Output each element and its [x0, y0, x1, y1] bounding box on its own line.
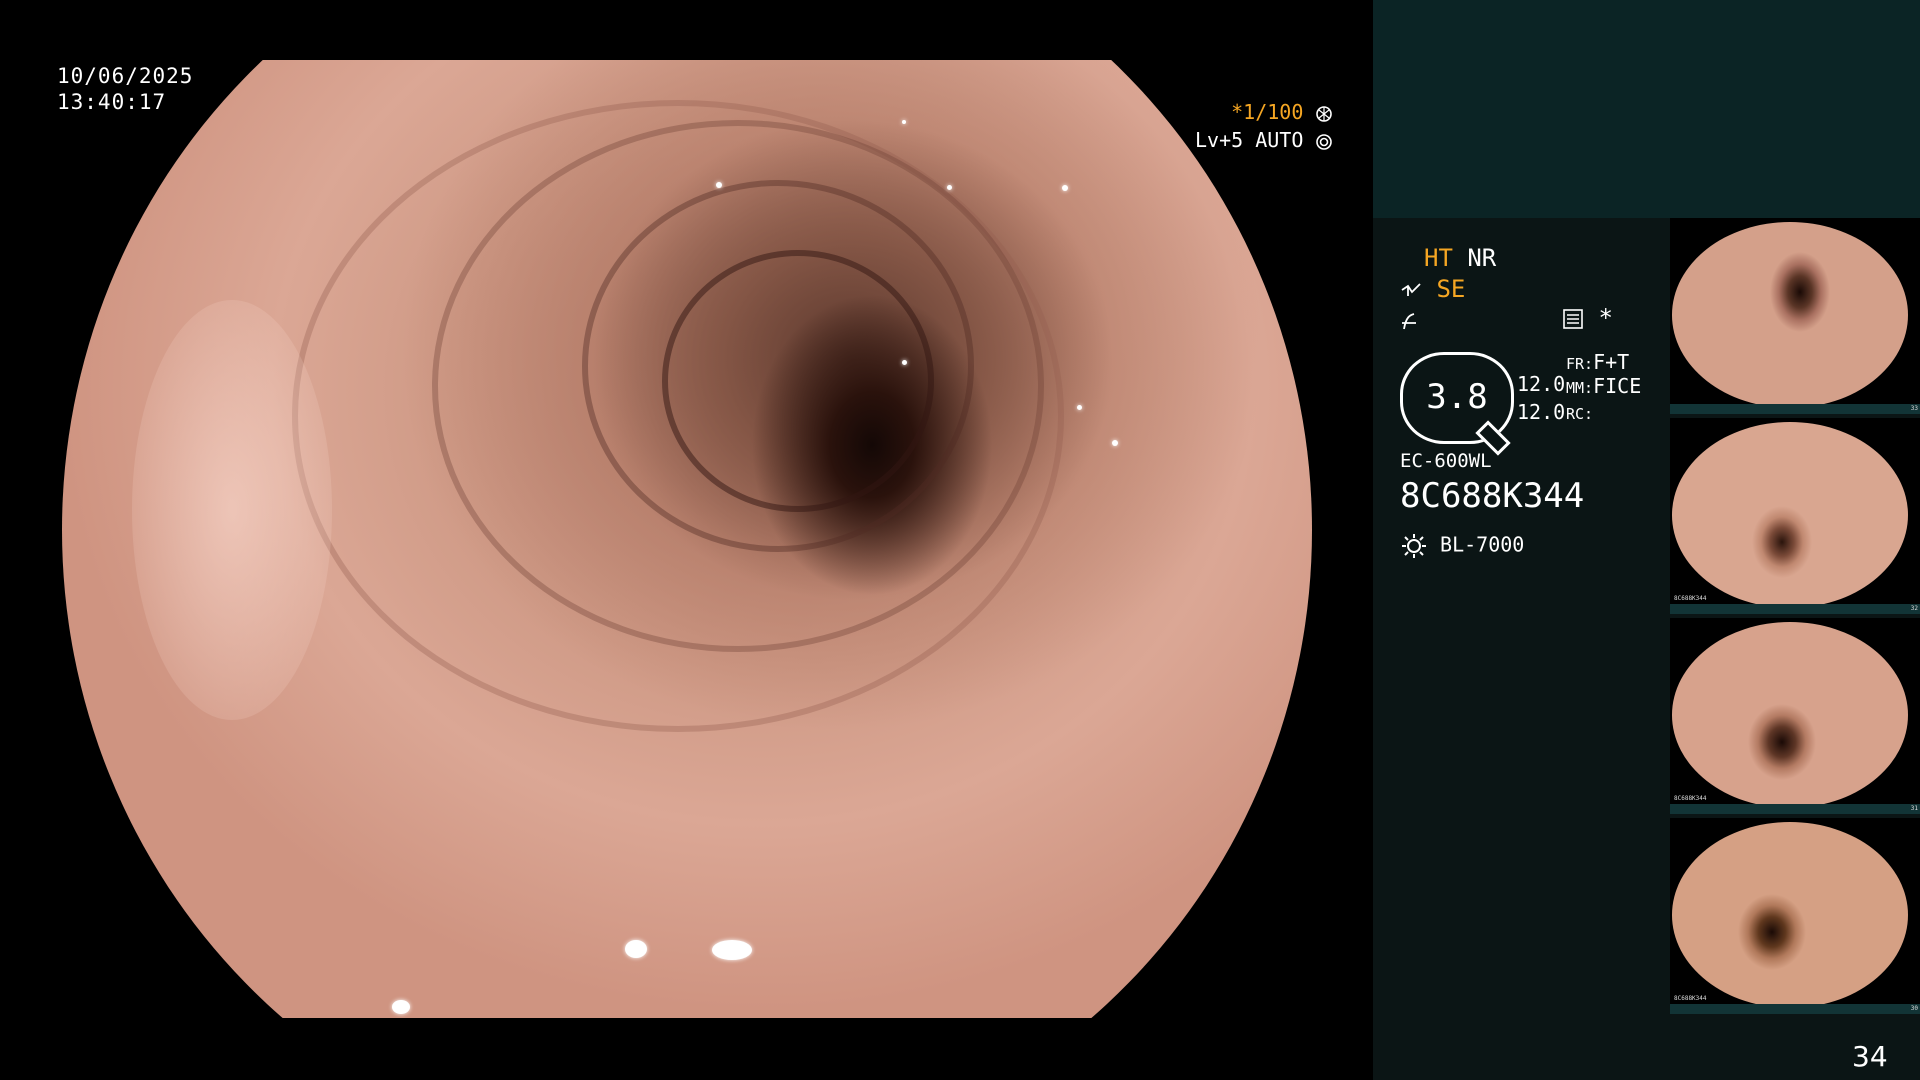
- mm-setting: MM:FICE: [1566, 374, 1641, 398]
- zoom-value: 3.8: [1426, 377, 1488, 417]
- processing-status: HT NR: [1424, 244, 1496, 272]
- nr-indicator: NR: [1467, 244, 1497, 272]
- specular-highlight: [1112, 440, 1118, 446]
- side-panel-header: [1373, 0, 1920, 218]
- exam-date: 10/06/2025: [57, 64, 194, 88]
- light-source-icon: [1402, 534, 1426, 558]
- aperture-icon: [1316, 105, 1333, 122]
- thumbnail-caption: 8C688K344: [1674, 995, 1707, 1002]
- specular-highlight: [1062, 185, 1068, 191]
- thumbnail-bar: [1670, 1004, 1920, 1014]
- tone-curve-icon: [1402, 313, 1416, 330]
- date-time-block: 10/06/2025 13:40:17: [57, 63, 193, 115]
- specular-highlight: [716, 182, 722, 188]
- settings-list-icon: [1563, 309, 1583, 329]
- exposure-info: *1/100 Lv+5 AUTO: [1195, 98, 1333, 154]
- specular-highlight: [392, 1000, 410, 1014]
- thumbnail-image[interactable]: 8C688K344 31: [1670, 618, 1920, 814]
- specular-highlight: [902, 360, 907, 365]
- thumbnail-index: 31: [1910, 805, 1918, 812]
- light-source-name: BL-7000: [1440, 532, 1525, 557]
- thumbnail-preview: [1672, 622, 1908, 808]
- scope-serial: 8C688K344: [1400, 476, 1585, 516]
- endoscopy-live-image: [62, 60, 1312, 1018]
- fr-value: F+T: [1593, 350, 1630, 374]
- thumbnail-preview: [1672, 822, 1908, 1008]
- brightness-level: Lv+5 AUTO: [1195, 128, 1304, 152]
- specular-highlight: [1077, 405, 1082, 410]
- thumbnail-image[interactable]: 8C688K344 30: [1670, 818, 1920, 1014]
- asterisk-indicator: *: [1598, 304, 1613, 332]
- scope-model: EC-600WL: [1400, 450, 1492, 472]
- fr-label: FR:: [1566, 355, 1594, 373]
- shutter-speed: *1/100: [1231, 100, 1304, 124]
- specular-highlight: [947, 185, 952, 190]
- thumbnail-index: 32: [1910, 605, 1918, 612]
- thumbnail-bar: [1670, 404, 1920, 414]
- specular-highlight: [625, 940, 647, 958]
- mucosal-fold: [662, 250, 934, 512]
- structure-enhance-status: SE: [1400, 275, 1465, 303]
- captured-thumbnails: 33 8C688K344 32 8C688K344 31 8C688K344 3…: [1670, 218, 1920, 1018]
- thumbnail-bar: [1670, 604, 1920, 614]
- mm-label: MM:: [1566, 379, 1594, 397]
- thumbnail-index: 30: [1910, 1005, 1918, 1012]
- light-source-row: BL-7000: [1400, 532, 1524, 560]
- mm-value: FICE: [1593, 374, 1642, 398]
- page-number: 34: [1852, 1040, 1888, 1073]
- light-reflection: [132, 300, 332, 720]
- rc-label: RC:: [1566, 405, 1594, 423]
- structure-enhance-icon: [1401, 283, 1421, 296]
- endoscopy-main-view: 10/06/2025 13:40:17 *1/100 Lv+5 AUTO: [0, 0, 1373, 1080]
- param-value-2: 12.0: [1517, 400, 1566, 424]
- image-mode-status: *: [1562, 304, 1613, 332]
- thumbnail-bar: [1670, 804, 1920, 814]
- thumbnail-caption: 8C688K344: [1674, 795, 1707, 802]
- curve-status: [1400, 306, 1420, 334]
- exam-time: 13:40:17: [57, 90, 167, 114]
- specular-highlight: [712, 940, 752, 960]
- thumbnail-index: 33: [1910, 405, 1918, 412]
- thumbnail-preview: [1672, 222, 1908, 408]
- param-value-1: 12.0: [1517, 372, 1566, 396]
- thumbnail-preview: [1672, 422, 1908, 608]
- rc-setting: RC:: [1566, 400, 1593, 424]
- thumbnail-image[interactable]: 33: [1670, 218, 1920, 414]
- thumbnail-image[interactable]: 8C688K344 32: [1670, 418, 1920, 614]
- auto-exposure-icon: [1316, 133, 1333, 150]
- se-indicator: SE: [1436, 275, 1466, 303]
- fr-setting: FR:F+T: [1566, 350, 1629, 374]
- zoom-gauge: 3.8: [1400, 352, 1514, 456]
- specular-highlight: [902, 120, 906, 124]
- ht-indicator: HT: [1424, 244, 1453, 272]
- thumbnail-caption: 8C688K344: [1674, 595, 1707, 602]
